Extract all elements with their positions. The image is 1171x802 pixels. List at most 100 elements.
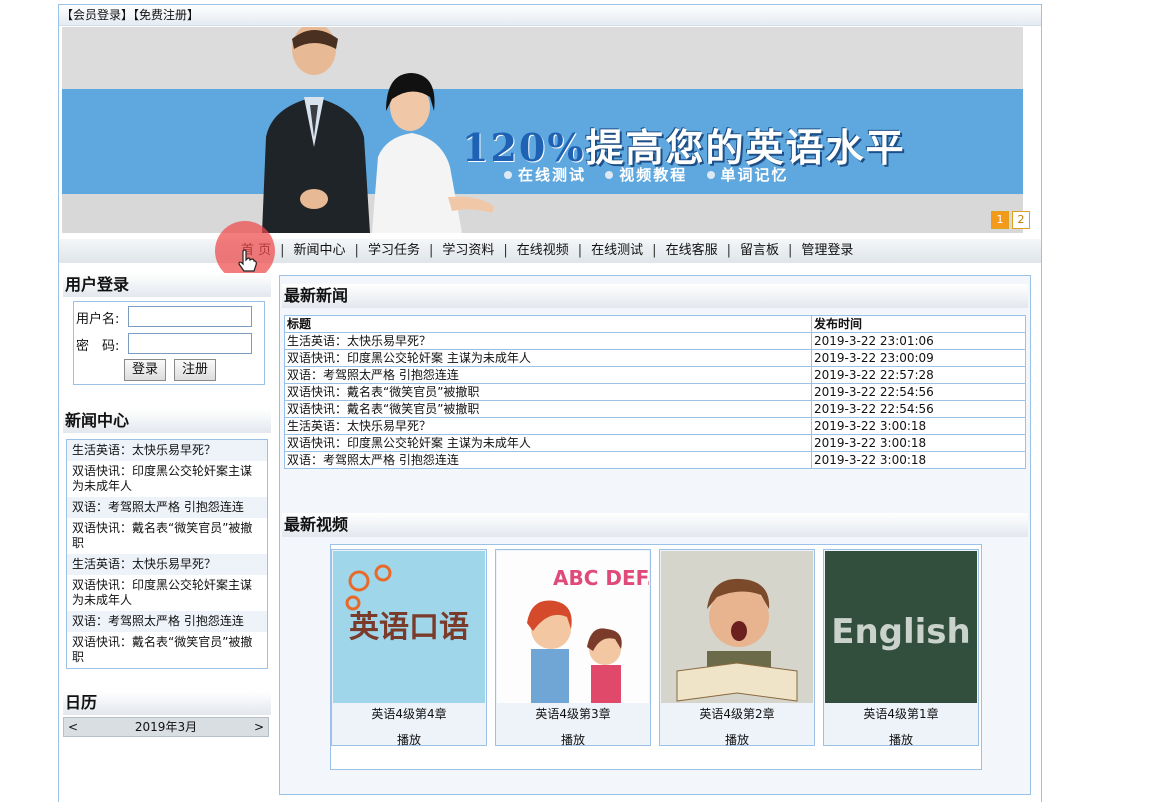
speaking-thumb-icon: 英语口语: [333, 551, 485, 703]
news-title-cell[interactable]: 双语：考驾照太严格 引抱怨连连: [284, 366, 812, 384]
login-title: 用户登录: [63, 273, 271, 297]
table-row[interactable]: 生活英语：太快乐易早死？ 2019-3-22 23:01:06: [284, 332, 1026, 350]
list-item[interactable]: 双语快讯：印度黑公交轮奸案主谋为未成年人: [67, 575, 267, 611]
login-button[interactable]: 登录: [124, 359, 166, 381]
video-caption: 英语4级第4章: [371, 707, 447, 721]
news-time-cell: 2019-3-22 22:54:56: [811, 383, 1026, 401]
video-caption: 英语4级第1章: [863, 707, 939, 721]
bullet-icon: [605, 171, 614, 179]
table-row[interactable]: 双语快讯：戴名表“微笑官员”被撤职 2019-3-22 22:54:56: [284, 383, 1026, 401]
nav-online-test[interactable]: 在线测试: [591, 243, 643, 258]
news-time-cell: 2019-3-22 22:57:28: [811, 366, 1026, 384]
column-header-title: 标题: [284, 315, 812, 333]
news-time-cell: 2019-3-22 23:00:09: [811, 349, 1026, 367]
list-item[interactable]: 双语快讯：印度黑公交轮奸案主谋为未成年人: [67, 461, 267, 497]
register-button[interactable]: 注册: [174, 359, 216, 381]
video-thumbnail[interactable]: 英语口语: [333, 551, 485, 703]
table-header-row: 标题 发布时间: [284, 315, 1026, 333]
video-card: 英语口语 英语4级第4章 播放: [331, 549, 487, 748]
banner-sub-item: 在线测试: [518, 166, 587, 184]
video-thumbnail[interactable]: ABC DEF...: [497, 551, 649, 703]
nav-separator: |: [503, 243, 508, 258]
video-card: ABC DEF... 英语4级第3章 播放: [495, 549, 651, 748]
latest-news-table: 标题 发布时间 生活英语：太快乐易早死？ 2019-3-22 23:01:06 双…: [284, 315, 1026, 469]
kids-thumb-icon: ABC DEF...: [497, 551, 649, 703]
news-time-cell: 2019-3-22 3:00:18: [811, 434, 1026, 452]
news-time-cell: 2019-3-22 3:00:18: [811, 451, 1026, 469]
thumb-text: ABC DEF...: [553, 566, 649, 590]
news-title-cell[interactable]: 双语快讯：印度黑公交轮奸案 主谋为未成年人: [284, 349, 812, 367]
surprised-boy-thumb-icon: [661, 551, 813, 703]
table-row[interactable]: 双语快讯：印度黑公交轮奸案 主谋为未成年人 2019-3-22 3:00:18: [284, 434, 1026, 452]
news-title-cell[interactable]: 双语快讯：戴名表“微笑官员”被撤职: [284, 383, 812, 401]
nav-online-video[interactable]: 在线视频: [517, 243, 569, 258]
video-thumbnail[interactable]: English: [825, 551, 977, 703]
list-item[interactable]: 双语：考驾照太严格 引抱怨连连: [67, 497, 267, 518]
username-input[interactable]: [128, 306, 252, 327]
video-thumbnail[interactable]: [661, 551, 813, 703]
news-time-cell: 2019-3-22 23:01:06: [811, 332, 1026, 350]
left-sidebar: 用户登录 用户名: 密 码: 登录 注册 新闻中心 生活英语：太快乐易早死？ 双…: [63, 273, 271, 737]
nav-separator: |: [726, 243, 731, 258]
nav-online-service[interactable]: 在线客服: [666, 243, 718, 258]
login-box: 用户名: 密 码: 登录 注册: [73, 301, 265, 385]
list-item[interactable]: 生活英语：太快乐易早死？: [67, 554, 267, 575]
nav-admin-login[interactable]: 管理登录: [801, 243, 853, 258]
banner-page-1[interactable]: 1: [991, 211, 1009, 229]
nav-study-tasks[interactable]: 学习任务: [368, 243, 420, 258]
nav-separator: |: [428, 243, 434, 258]
video-card: English 英语4级第1章 播放: [823, 549, 979, 748]
news-title-cell[interactable]: 生活英语：太快乐易早死？: [284, 417, 812, 435]
latest-news-title: 最新新闻: [282, 284, 1028, 308]
calendar-next-button[interactable]: >: [254, 718, 264, 736]
list-item[interactable]: 生活英语：太快乐易早死？: [67, 440, 267, 461]
video-caption: 英语4级第2章: [699, 707, 775, 721]
hand-cursor-icon: [238, 249, 257, 272]
video-caption: 英语4级第3章: [535, 707, 611, 721]
banner-page-2[interactable]: 2: [1012, 211, 1030, 229]
nav-news-center[interactable]: 新闻中心: [294, 243, 346, 258]
free-register-link[interactable]: 【免费注册】: [133, 8, 199, 22]
latest-videos-title: 最新视频: [282, 513, 1028, 537]
username-label: 用户名:: [76, 312, 120, 327]
bullet-icon: [706, 171, 715, 179]
news-title-cell[interactable]: 双语：考驾照太严格 引抱怨连连: [284, 451, 812, 469]
table-row[interactable]: 生活英语：太快乐易早死？ 2019-3-22 3:00:18: [284, 417, 1026, 435]
nav-message-board[interactable]: 留言板: [740, 243, 779, 258]
play-link[interactable]: 播放: [824, 731, 978, 748]
top-bar: 【会员登录】【免费注册】: [59, 5, 1041, 26]
main-content: 最新新闻 标题 发布时间 生活英语：太快乐易早死？ 2019-3-22 23:01…: [279, 275, 1031, 795]
news-time-cell: 2019-3-22 3:00:18: [811, 417, 1026, 435]
nav-items: 首 页|新闻中心|学习任务|学习资料|在线视频|在线测试|在线客服|留言板|管理…: [241, 239, 853, 263]
banner-sub-item: 单词记忆: [720, 166, 789, 184]
nav-study-materials[interactable]: 学习资料: [442, 243, 494, 258]
list-item[interactable]: 双语：考驾照太严格 引抱怨连连: [67, 611, 267, 632]
table-row[interactable]: 双语快讯：戴名表“微笑官员”被撤职 2019-3-22 22:54:56: [284, 400, 1026, 418]
news-title-cell[interactable]: 双语快讯：印度黑公交轮奸案 主谋为未成年人: [284, 434, 812, 452]
calendar-title: 日历: [63, 691, 271, 715]
thumb-text: 英语口语: [349, 610, 469, 645]
password-input[interactable]: [128, 333, 252, 354]
chalkboard-thumb-icon: English: [825, 551, 977, 703]
play-link[interactable]: 播放: [332, 731, 486, 748]
member-login-link[interactable]: 【会员登录】: [61, 8, 133, 22]
list-item[interactable]: 双语快讯：戴名表“微笑官员”被撤职: [67, 518, 267, 554]
news-title-cell[interactable]: 生活英语：太快乐易早死？: [284, 332, 812, 350]
video-grid: 英语口语 英语4级第4章 播放 ABC DEF...: [330, 544, 982, 770]
password-label: 密 码:: [76, 339, 120, 354]
banner-subline: 在线测试 视频教程 单词记忆: [492, 164, 789, 185]
main-nav: 首 页|新闻中心|学习任务|学习资料|在线视频|在线测试|在线客服|留言板|管理…: [59, 239, 1041, 263]
news-time-cell: 2019-3-22 22:54:56: [811, 400, 1026, 418]
list-item[interactable]: 双语快讯：戴名表“微笑官员”被撤职: [67, 632, 267, 668]
calendar-header: < 2019年3月 >: [63, 717, 269, 737]
table-row[interactable]: 双语：考驾照太严格 引抱怨连连 2019-3-22 3:00:18: [284, 451, 1026, 469]
play-link[interactable]: 播放: [660, 731, 814, 748]
news-title-cell[interactable]: 双语快讯：戴名表“微笑官员”被撤职: [284, 400, 812, 418]
play-link[interactable]: 播放: [496, 731, 650, 748]
hero-banner: 120%提高您的英语水平 在线测试 视频教程 单词记忆: [62, 27, 1023, 233]
nav-separator: |: [280, 243, 285, 258]
thumb-text: English: [831, 612, 971, 652]
table-row[interactable]: 双语：考驾照太严格 引抱怨连连 2019-3-22 22:57:28: [284, 366, 1026, 384]
news-center-list: 生活英语：太快乐易早死？ 双语快讯：印度黑公交轮奸案主谋为未成年人 双语：考驾照…: [66, 439, 268, 669]
table-row[interactable]: 双语快讯：印度黑公交轮奸案 主谋为未成年人 2019-3-22 23:00:09: [284, 349, 1026, 367]
